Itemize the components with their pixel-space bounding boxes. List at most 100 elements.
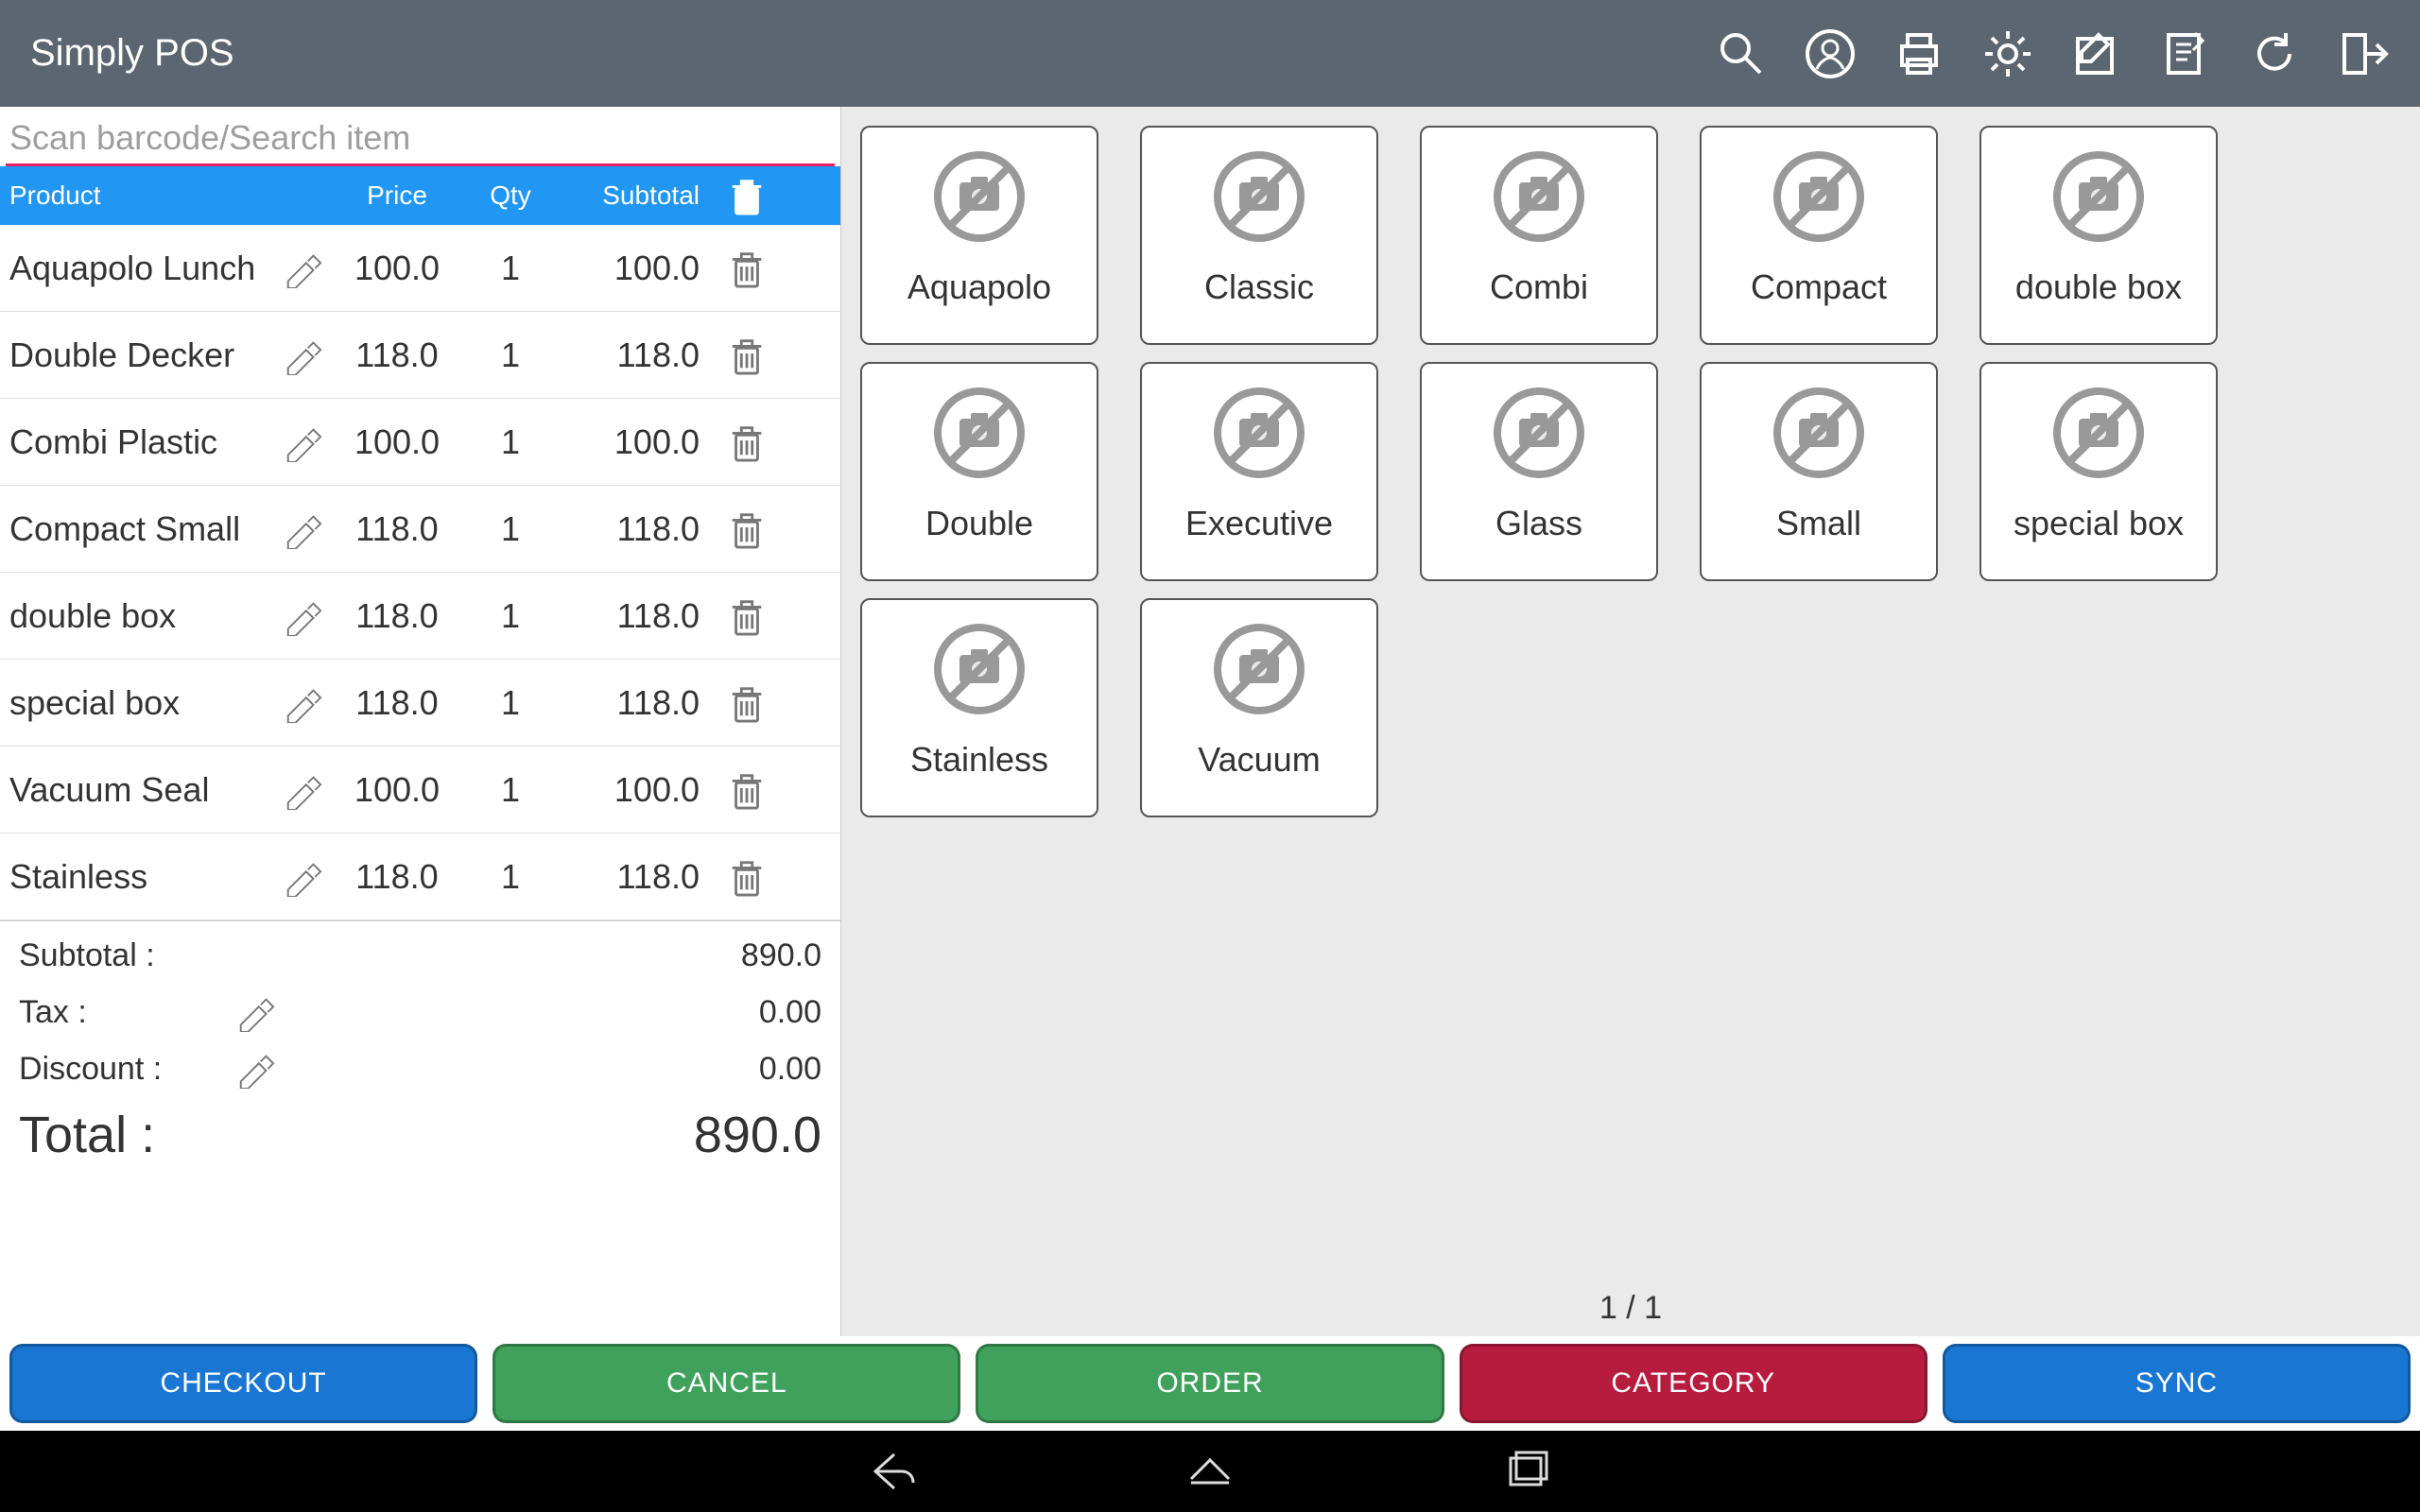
product-card[interactable]: Double [860, 362, 1098, 581]
edit-item-button[interactable] [274, 683, 331, 723]
no-image-icon [1207, 145, 1311, 249]
edit-item-button[interactable] [274, 509, 331, 549]
edit-item-button[interactable] [274, 422, 331, 462]
cart-row: Vacuum Seal100.01100.0 [0, 747, 840, 833]
cart-row: double box118.01118.0 [0, 573, 840, 660]
nav-recent-icon[interactable] [1501, 1445, 1554, 1498]
tax-value: 0.00 [284, 994, 821, 1031]
product-label: special box [2014, 504, 2184, 543]
trash-icon [727, 176, 767, 215]
cart-item-price: 118.0 [331, 857, 463, 897]
product-label: Small [1776, 504, 1861, 543]
delete-item-button[interactable] [718, 683, 775, 723]
totals: Subtotal : 890.0 Tax : 0.00 Discount : 0… [0, 920, 840, 1173]
gear-icon[interactable] [1981, 27, 2034, 80]
product-card[interactable]: Vacuum [1140, 598, 1378, 817]
logout-icon[interactable] [2337, 27, 2390, 80]
cart-panel: Product Price Qty Subtotal Aquapolo Lunc… [0, 107, 841, 1336]
no-image-icon [927, 145, 1031, 249]
refresh-icon[interactable] [2248, 27, 2301, 80]
product-label: Stainless [910, 740, 1048, 780]
pencil-icon [283, 249, 322, 288]
pencil-icon [283, 857, 322, 897]
trash-icon [727, 683, 767, 723]
edit-icon[interactable] [2070, 27, 2123, 80]
product-panel: AquapoloClassicCombi Compact double box Dou… [841, 107, 2420, 1336]
cart-row: Double Decker118.01118.0 [0, 312, 840, 399]
clear-cart-button[interactable] [718, 176, 775, 215]
edit-item-button[interactable] [274, 335, 331, 375]
product-label: Vacuum [1198, 740, 1320, 780]
cart-item-qty: 1 [463, 335, 558, 375]
product-card[interactable]: Combi [1420, 126, 1658, 345]
edit-item-button[interactable] [274, 770, 331, 810]
delete-item-button[interactable] [718, 335, 775, 375]
product-card[interactable]: special box [1979, 362, 2218, 581]
subtotal-value: 890.0 [284, 937, 821, 974]
pencil-icon [283, 509, 322, 549]
search-input[interactable] [6, 112, 835, 166]
product-card[interactable]: Compact [1700, 126, 1938, 345]
delete-item-button[interactable] [718, 509, 775, 549]
cart-item-subtotal: 118.0 [558, 335, 718, 375]
cart-item-price: 118.0 [331, 509, 463, 549]
print-icon[interactable] [1893, 27, 1945, 80]
delete-item-button[interactable] [718, 770, 775, 810]
edit-tax-button[interactable] [227, 992, 284, 1032]
product-card[interactable]: Classic [1140, 126, 1378, 345]
category-button[interactable]: CATEGORY [1460, 1344, 1927, 1423]
no-image-icon [1767, 381, 1871, 485]
no-image-icon [1767, 145, 1871, 249]
no-image-icon [2047, 145, 2151, 249]
edit-discount-button[interactable] [227, 1049, 284, 1089]
no-image-icon [2047, 381, 2151, 485]
product-label: Executive [1185, 504, 1333, 543]
no-image-icon [927, 617, 1031, 721]
sync-button[interactable]: SYNC [1943, 1344, 2411, 1423]
no-image-icon [1207, 617, 1311, 721]
search-icon[interactable] [1715, 27, 1768, 80]
product-label: Compact [1751, 267, 1887, 307]
cart-row: Combi Plastic100.01100.0 [0, 399, 840, 486]
note-icon[interactable] [2159, 27, 2212, 80]
product-card[interactable]: Small [1700, 362, 1938, 581]
product-card[interactable]: Executive [1140, 362, 1378, 581]
app-title: Simply POS [30, 32, 1715, 75]
cart-row: Aquapolo Lunch100.01100.0 [0, 225, 840, 312]
user-icon[interactable] [1804, 27, 1857, 80]
cart-item-qty: 1 [463, 770, 558, 810]
delete-item-button[interactable] [718, 857, 775, 897]
cart-item-price: 100.0 [331, 770, 463, 810]
header-icons [1715, 27, 2390, 80]
cart-item-price: 100.0 [331, 422, 463, 462]
delete-item-button[interactable] [718, 249, 775, 288]
delete-item-button[interactable] [718, 422, 775, 462]
product-card[interactable]: Glass [1420, 362, 1658, 581]
page-indicator: 1 / 1 [1599, 1290, 1662, 1327]
nav-home-icon[interactable] [1184, 1445, 1236, 1498]
product-card[interactable]: Aquapolo [860, 126, 1098, 345]
col-qty: Qty [463, 180, 558, 211]
checkout-button[interactable]: CHECKOUT [9, 1344, 477, 1423]
nav-back-icon[interactable] [866, 1445, 919, 1498]
product-label: Double [925, 504, 1033, 543]
cancel-button[interactable]: CANCEL [493, 1344, 960, 1423]
pencil-icon [283, 335, 322, 375]
product-card[interactable]: Stainless [860, 598, 1098, 817]
cart-row: Stainless118.01118.0 [0, 833, 840, 920]
edit-item-button[interactable] [274, 596, 331, 636]
order-button[interactable]: ORDER [976, 1344, 1443, 1423]
trash-icon [727, 596, 767, 636]
delete-item-button[interactable] [718, 596, 775, 636]
edit-item-button[interactable] [274, 249, 331, 288]
cart-item-name: Double Decker [9, 335, 274, 375]
product-label: double box [2015, 267, 2182, 307]
cart-item-name: special box [9, 683, 274, 723]
product-card[interactable]: double box [1979, 126, 2218, 345]
cart-item-price: 118.0 [331, 596, 463, 636]
edit-item-button[interactable] [274, 857, 331, 897]
cart-item-name: Compact Small [9, 509, 274, 549]
no-image-icon [927, 381, 1031, 485]
pencil-icon [283, 422, 322, 462]
pencil-icon [283, 770, 322, 810]
